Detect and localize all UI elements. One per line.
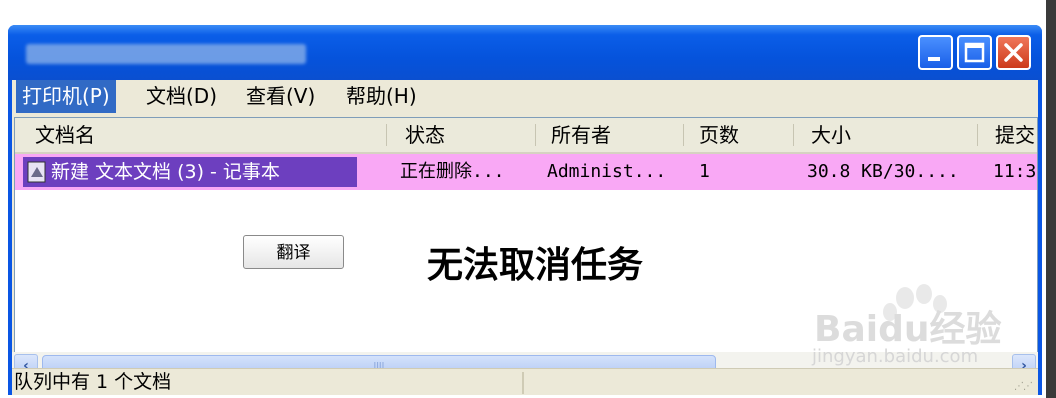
column-document-name[interactable]: 文档名 xyxy=(35,118,95,152)
column-divider[interactable] xyxy=(977,124,978,146)
close-icon xyxy=(1004,43,1023,62)
blurred-title xyxy=(26,44,306,64)
translate-button[interactable]: 翻译 xyxy=(243,235,344,269)
column-owner[interactable]: 所有者 xyxy=(551,118,611,152)
job-submitted: 11:3 xyxy=(993,161,1037,182)
minimize-button[interactable] xyxy=(918,35,953,70)
menu-view[interactable]: 查看(V) xyxy=(240,80,321,113)
job-name: 新建 文本文档 (3) - 记事本 xyxy=(51,161,280,183)
maximize-button[interactable] xyxy=(957,35,992,70)
job-pages: 1 xyxy=(699,161,710,182)
screen-edge xyxy=(1046,0,1056,398)
job-status: 正在删除... xyxy=(400,161,505,182)
column-divider[interactable] xyxy=(386,124,387,146)
close-button[interactable] xyxy=(996,35,1031,70)
watermark-url: jingyan.baidu.com xyxy=(812,346,979,367)
document-icon xyxy=(27,161,46,183)
maximize-icon xyxy=(964,42,985,63)
queue-count-text: 队列中有 1 个文档 xyxy=(14,371,172,393)
column-pages[interactable]: 页数 xyxy=(699,118,739,152)
menu-help[interactable]: 帮助(H) xyxy=(340,80,423,113)
minimize-icon xyxy=(928,57,940,61)
column-submitted[interactable]: 提交 xyxy=(995,118,1035,152)
column-divider[interactable] xyxy=(535,124,536,146)
column-divider[interactable] xyxy=(793,124,794,146)
menu-document[interactable]: 文档(D) xyxy=(140,80,223,113)
watermark-brand: Baidu经验 xyxy=(814,309,1002,350)
column-divider[interactable] xyxy=(683,124,684,146)
list-header: 文档名 状态 所有者 页数 大小 提交 xyxy=(15,118,1037,154)
title-bar[interactable] xyxy=(8,25,1042,80)
job-owner: Administ... xyxy=(547,161,667,182)
menu-printer[interactable]: 打印机(P) xyxy=(16,80,116,113)
column-size[interactable]: 大小 xyxy=(811,118,851,152)
job-name-cell[interactable]: 新建 文本文档 (3) - 记事本 xyxy=(23,157,357,187)
menu-bar: 打印机(P) 文档(D) 查看(V) 帮助(H) xyxy=(12,80,1038,113)
caption-text: 无法取消任务 xyxy=(427,244,644,286)
job-size: 30.8 KB/30.... xyxy=(807,161,959,182)
resize-grip-icon[interactable]: ⋰⋰ xyxy=(1014,381,1033,392)
column-status[interactable]: 状态 xyxy=(405,118,445,152)
status-divider xyxy=(522,372,524,394)
table-row[interactable]: 新建 文本文档 (3) - 记事本 正在删除... Administ... 1 … xyxy=(15,154,1037,190)
